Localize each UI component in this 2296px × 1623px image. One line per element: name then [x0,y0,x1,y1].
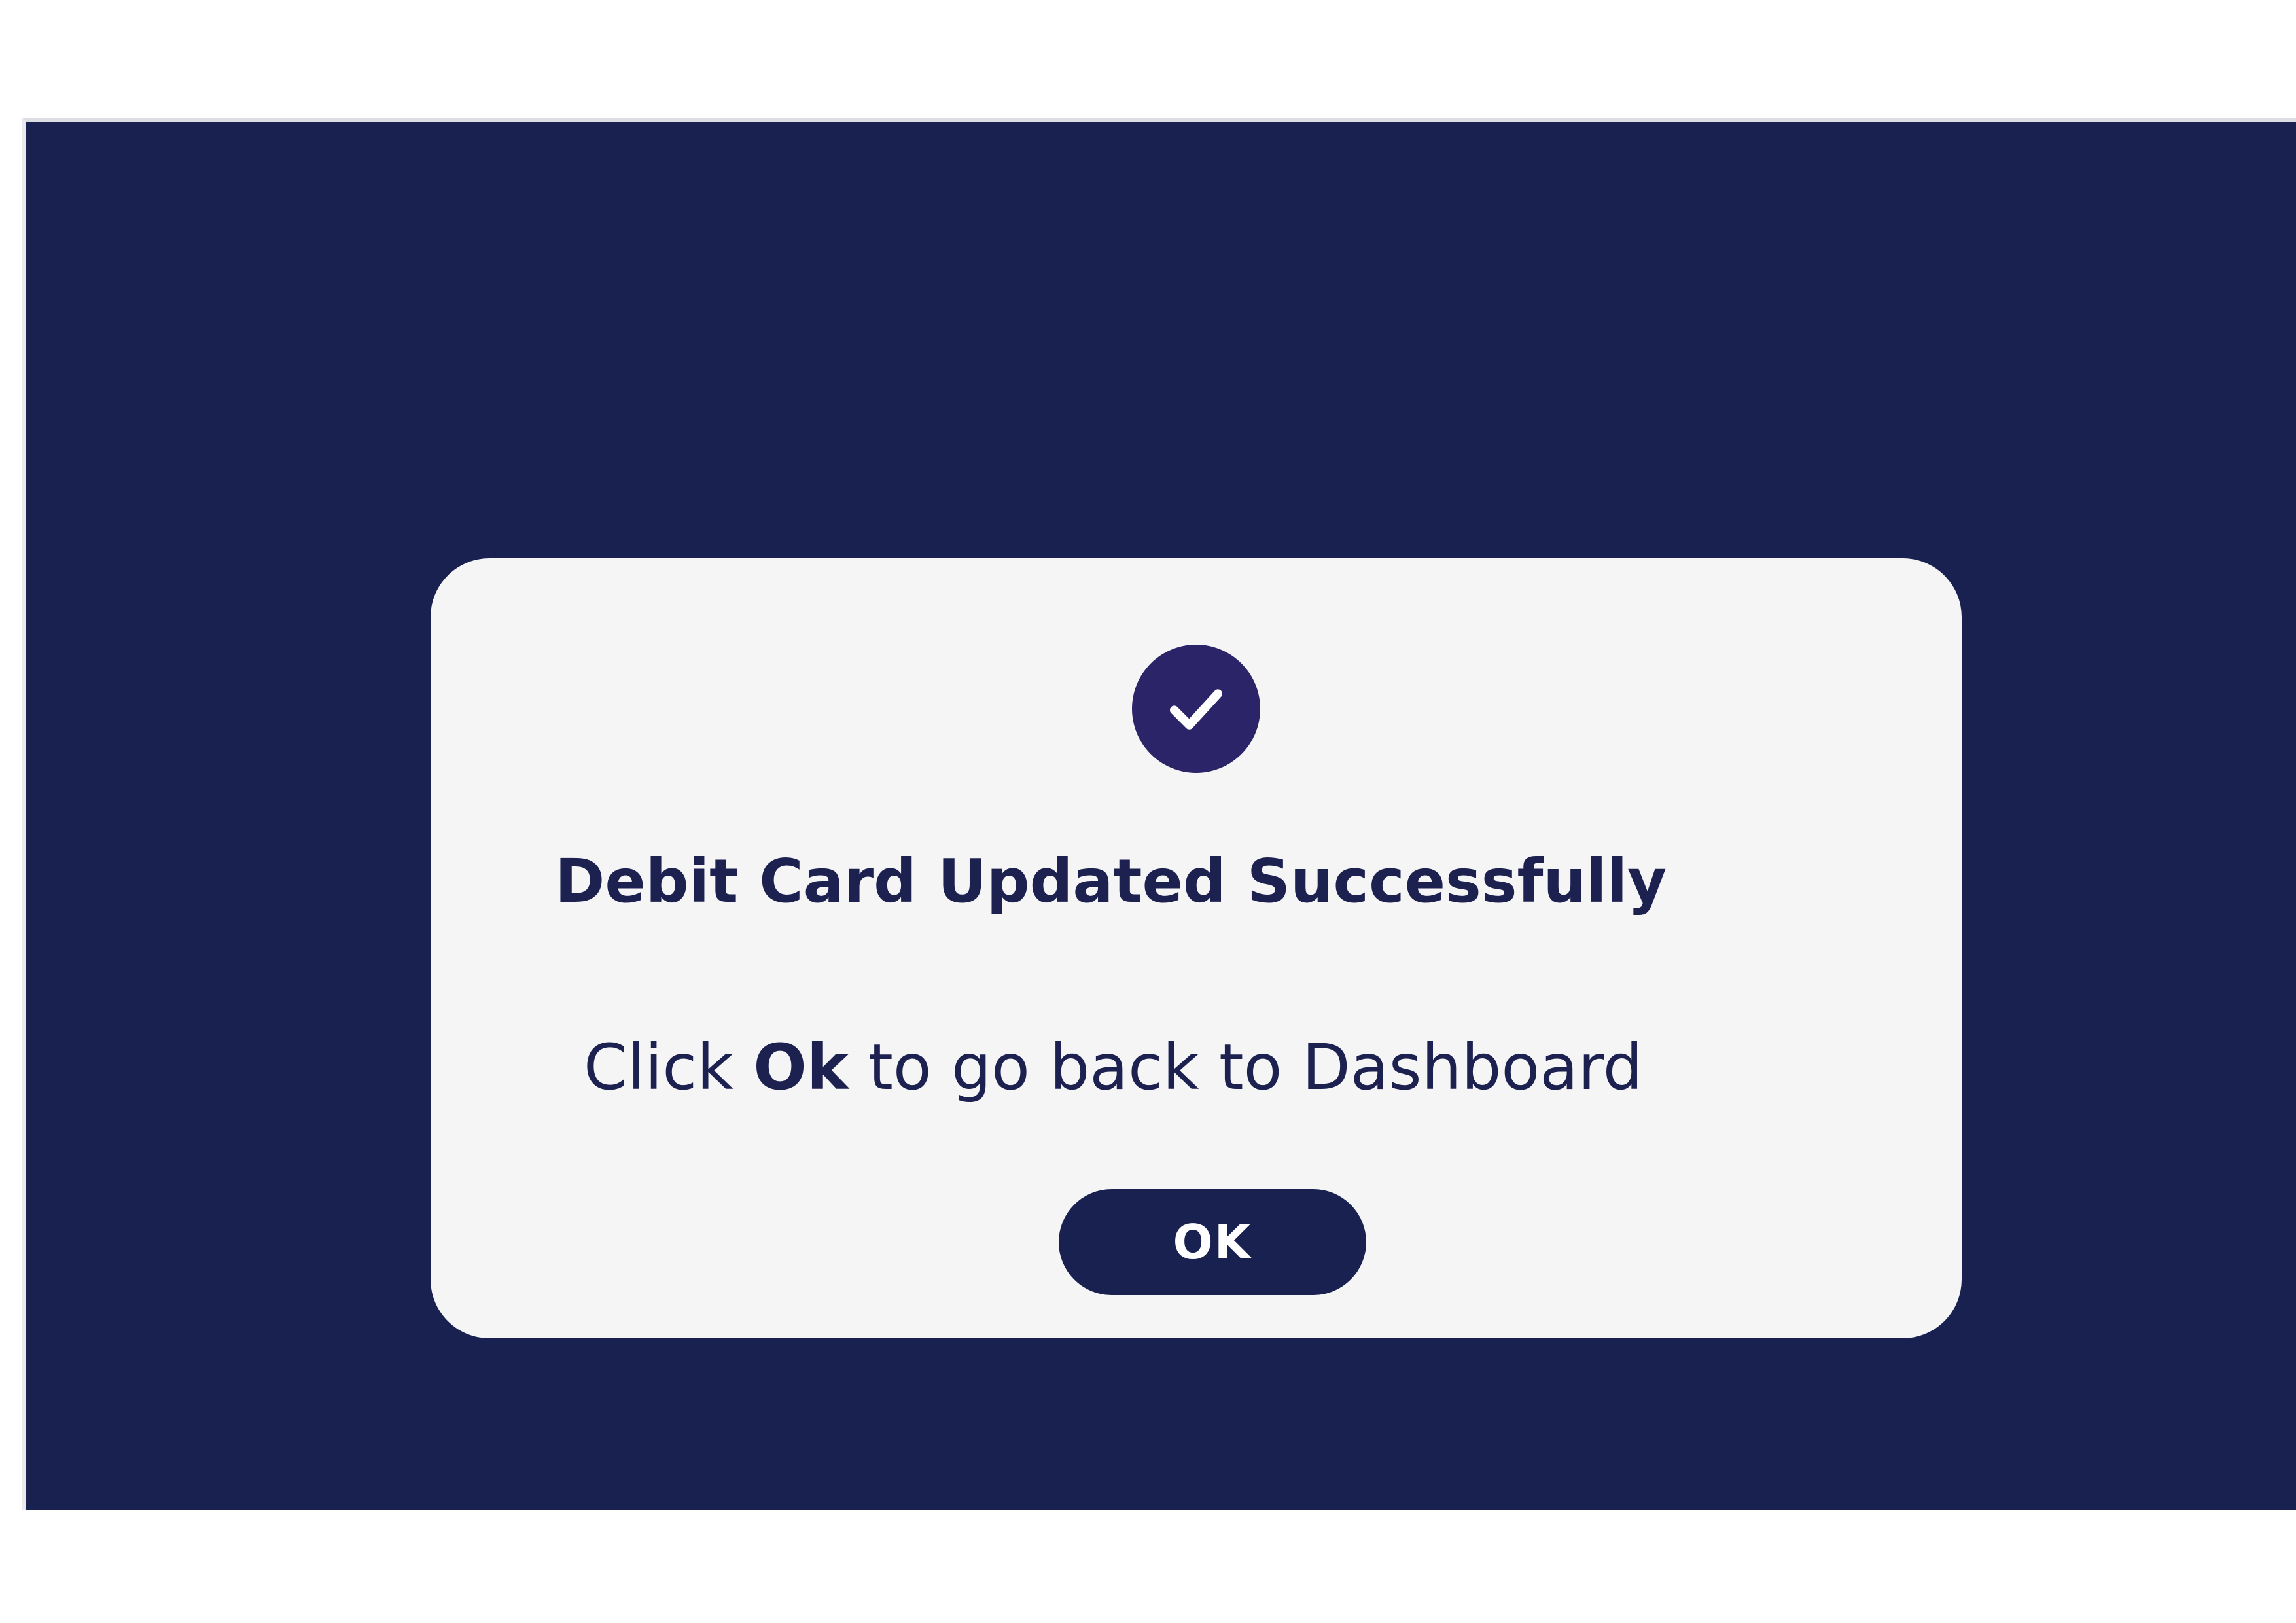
success-dialog: Debit Card Updated Successfully Click Ok… [431,558,1962,1338]
checkmark-circle-icon [1132,645,1260,773]
message-suffix: to go back to Dashboard [848,1031,1643,1104]
message-emphasis: Ok [753,1031,849,1104]
checkmark-icon [1170,689,1222,730]
dialog-message: Click Ok to go back to Dashboard [584,1031,1643,1104]
ok-button[interactable]: OK [1059,1189,1366,1295]
dialog-title: Debit Card Updated Successfully [555,846,1667,916]
message-prefix: Click [584,1031,754,1104]
page: Debit Card Updated Successfully Click Ok… [0,0,2296,1623]
app-screen-background: Debit Card Updated Successfully Click Ok… [22,118,2296,1510]
